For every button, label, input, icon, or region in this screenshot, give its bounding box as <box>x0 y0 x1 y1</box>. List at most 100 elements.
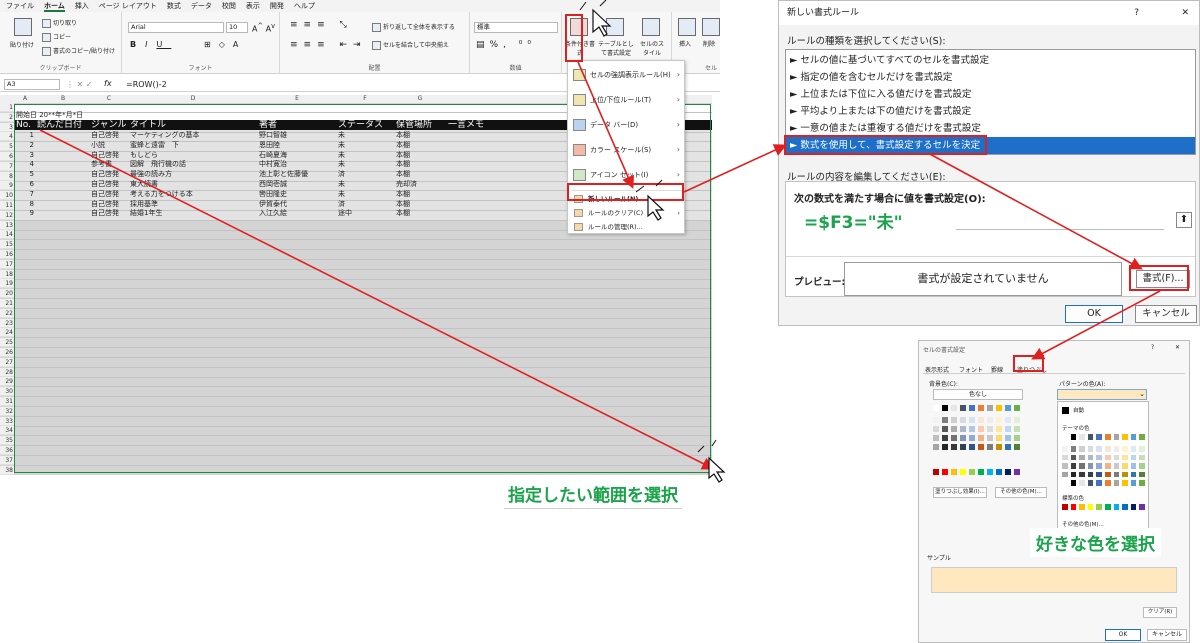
color-swatch[interactable] <box>933 426 939 432</box>
menu-manage-rules[interactable]: ルールの管理(R)... <box>568 220 686 234</box>
menu-page-layout[interactable]: ページ レイアウト <box>99 0 157 12</box>
color-swatch[interactable] <box>1014 444 1020 450</box>
color-swatch[interactable] <box>1122 446 1128 452</box>
color-swatch[interactable] <box>942 405 948 411</box>
menu-data[interactable]: データ <box>191 0 212 12</box>
format-painter-button[interactable]: 書式のコピー/貼り付け <box>42 46 115 56</box>
rule-type-item[interactable]: ► 上位または下位に入る値だけを書式設定 <box>786 86 1195 103</box>
row-header[interactable]: 8 <box>0 171 14 181</box>
menu-help[interactable]: ヘルプ <box>294 0 315 12</box>
merge-center-button[interactable]: セルを結合して中央揃え <box>372 40 449 50</box>
row-header[interactable]: 38 <box>0 465 14 475</box>
cancel-button[interactable]: キャンセル <box>1147 629 1187 641</box>
color-swatch[interactable] <box>1122 454 1128 461</box>
color-swatch[interactable] <box>1122 434 1128 440</box>
collapse-dialog-icon[interactable]: ⬆ <box>1176 212 1192 228</box>
color-swatch[interactable] <box>1014 405 1020 411</box>
close-icon[interactable]: ✕ <box>1175 344 1180 351</box>
copy-button[interactable]: コピー <box>42 32 71 42</box>
table-format-button[interactable]: テーブルとして書式設定 <box>596 39 636 57</box>
fill-color-button[interactable]: ⊞◇A <box>204 40 246 49</box>
row-header[interactable]: 25 <box>0 338 14 348</box>
row-header[interactable]: 27 <box>0 357 14 367</box>
menu-developer[interactable]: 開発 <box>270 0 284 12</box>
color-swatch[interactable] <box>1062 463 1068 469</box>
color-swatch[interactable] <box>942 444 948 450</box>
color-swatch[interactable] <box>996 426 1002 432</box>
formula-input[interactable]: =ROW()-2 <box>126 80 167 89</box>
color-swatch[interactable] <box>987 417 993 423</box>
color-swatch[interactable] <box>1062 454 1068 461</box>
row-header[interactable]: 19 <box>0 279 14 289</box>
color-swatch[interactable] <box>1130 434 1137 440</box>
formula-cancel-confirm-icons[interactable]: ⋮ ✕ ✓ <box>66 80 93 89</box>
color-swatch[interactable] <box>1079 480 1085 486</box>
color-swatch[interactable] <box>1079 434 1085 440</box>
color-swatch[interactable] <box>1122 480 1128 486</box>
color-swatch[interactable] <box>1079 454 1085 461</box>
color-swatch[interactable] <box>1005 435 1011 441</box>
color-swatch[interactable] <box>942 435 948 441</box>
color-swatch[interactable] <box>978 469 984 475</box>
color-swatch[interactable] <box>1062 434 1068 440</box>
row-header[interactable]: 24 <box>0 328 14 338</box>
color-swatch[interactable] <box>942 469 948 475</box>
color-swatch[interactable] <box>978 426 984 432</box>
color-swatch[interactable] <box>1113 504 1120 510</box>
color-swatch[interactable] <box>987 426 993 432</box>
color-swatch[interactable] <box>1079 471 1085 478</box>
color-swatch[interactable] <box>951 405 957 411</box>
row-header[interactable]: 32 <box>0 406 14 416</box>
font-grow-button[interactable]: A^ Av <box>252 22 275 34</box>
color-swatch[interactable] <box>960 417 966 423</box>
color-swatch[interactable] <box>1096 480 1102 486</box>
color-swatch[interactable] <box>951 435 957 441</box>
rule-type-item[interactable]: ► 平均より上または下の値だけを書式設定 <box>786 103 1195 120</box>
row-header[interactable]: 7 <box>0 161 14 171</box>
color-swatch[interactable] <box>1096 463 1102 469</box>
row-header[interactable]: 2 <box>0 112 14 122</box>
color-swatch[interactable] <box>1096 504 1102 510</box>
row-header[interactable]: 12 <box>0 210 14 220</box>
color-swatch[interactable] <box>1113 454 1120 461</box>
row-header[interactable]: 33 <box>0 416 14 426</box>
insert-button[interactable]: 挿入 <box>679 39 691 48</box>
color-swatch[interactable] <box>1062 504 1068 510</box>
color-swatch[interactable] <box>1122 504 1128 510</box>
no-color-button[interactable]: 色なし <box>933 389 1023 400</box>
row-header[interactable]: 10 <box>0 191 14 201</box>
row-header[interactable]: 1 <box>0 103 14 112</box>
menu-color-scales[interactable]: カラー スケール(S) › <box>568 138 686 162</box>
color-swatch[interactable] <box>1130 480 1137 486</box>
color-swatch[interactable] <box>969 469 975 475</box>
rule-type-item[interactable]: ► セルの値に基づいてすべてのセルを書式設定 <box>786 52 1195 69</box>
color-swatch[interactable] <box>1105 480 1111 486</box>
color-swatch[interactable] <box>942 417 948 423</box>
cell-style-button[interactable]: セルのスタイル <box>638 39 666 57</box>
cancel-button[interactable]: キャンセル <box>1135 305 1197 323</box>
rule-type-item[interactable]: ► 指定の値を含むセルだけを書式設定 <box>786 69 1195 86</box>
row-header[interactable]: 4 <box>0 132 14 142</box>
color-swatch[interactable] <box>996 405 1002 411</box>
color-swatch[interactable] <box>1139 480 1145 486</box>
color-swatch[interactable] <box>1079 504 1085 510</box>
color-swatch[interactable] <box>1087 463 1094 469</box>
col-b[interactable]: B <box>36 95 90 102</box>
color-swatch[interactable] <box>1096 454 1102 461</box>
color-swatch[interactable] <box>987 405 993 411</box>
color-swatch[interactable] <box>1096 471 1102 478</box>
color-swatch[interactable] <box>933 469 939 475</box>
align-h-icons[interactable]: ≡≡≡ ⇤⇥ <box>290 40 367 50</box>
color-swatch[interactable] <box>1014 435 1020 441</box>
color-swatch[interactable] <box>1005 417 1011 423</box>
col-c[interactable]: C <box>90 95 128 102</box>
menu-top-bottom-rules[interactable]: 上位/下位ルール(T) › <box>568 88 686 112</box>
color-swatch[interactable] <box>1014 417 1020 423</box>
row-header[interactable]: 9 <box>0 181 14 191</box>
number-format-icons[interactable]: ▤%‚ ⁰⁰ <box>476 40 536 50</box>
color-swatch[interactable] <box>1130 454 1137 461</box>
color-swatch[interactable] <box>960 469 966 475</box>
color-swatch[interactable] <box>996 444 1002 450</box>
delete-button[interactable]: 削除 <box>703 39 715 48</box>
color-swatch[interactable] <box>933 435 939 441</box>
